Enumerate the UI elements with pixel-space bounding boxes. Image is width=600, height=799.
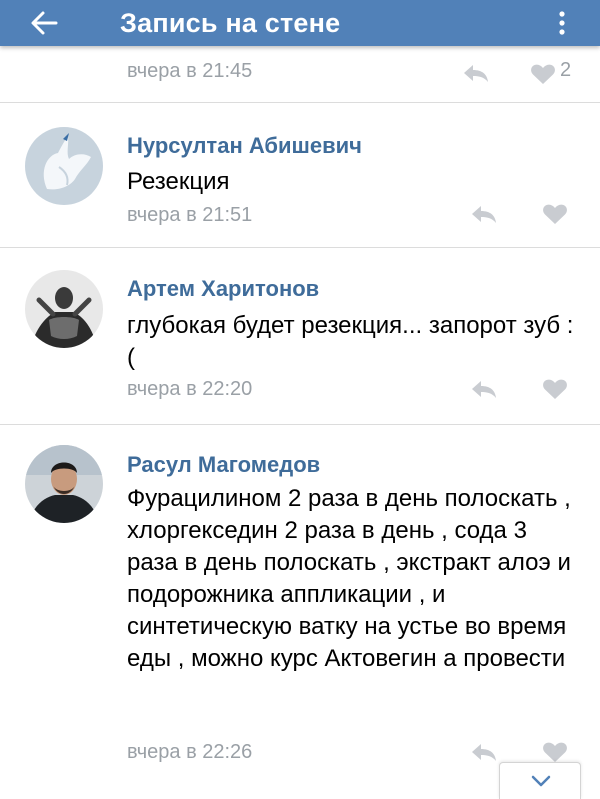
reply-icon[interactable] (462, 62, 490, 84)
reply-icon[interactable] (470, 741, 498, 763)
comment-time: вчера в 22:26 (127, 741, 253, 763)
heart-icon[interactable] (530, 63, 556, 85)
comment-text: Фурацилином 2 раза в день полоскать , хл… (127, 485, 571, 672)
chevron-down-icon (531, 775, 551, 787)
more-vert-icon[interactable] (556, 10, 568, 36)
avatar[interactable] (25, 127, 103, 205)
heart-icon[interactable] (542, 378, 568, 400)
avatar[interactable] (25, 270, 103, 348)
comment-partial: вчера в 21:45 2 (0, 46, 600, 103)
comment-item: Расул Магомедов Фурацилином 2 раза в ден… (0, 425, 600, 799)
avatar[interactable] (25, 445, 103, 523)
reply-icon[interactable] (470, 378, 498, 400)
comment-text: глубокая будет резекция... запорот зуб :… (127, 312, 574, 371)
like-count: 2 (560, 59, 572, 81)
comment-author[interactable]: Расул Магомедов (127, 452, 320, 478)
scroll-down-button[interactable] (499, 762, 581, 799)
heart-icon[interactable] (542, 203, 568, 225)
comment-time: вчера в 21:45 (127, 60, 253, 82)
comment-time: вчера в 22:20 (127, 378, 253, 400)
comment-item: Нурсултан Абишевич Резекция вчера в 21:5… (0, 103, 600, 248)
arrow-left-icon[interactable] (30, 9, 58, 37)
comment-author[interactable]: Нурсултан Абишевич (127, 133, 362, 159)
reply-icon[interactable] (470, 203, 498, 225)
comment-time: вчера в 21:51 (127, 204, 253, 226)
comment-author[interactable]: Артем Харитонов (127, 276, 319, 302)
heart-icon[interactable] (542, 741, 568, 763)
page-title: Запись на стене (120, 8, 341, 38)
comment-item: Артем Харитонов глубокая будет резекция.… (0, 248, 600, 425)
comment-text: Резекция (127, 168, 230, 195)
app-bar: Запись на стене (0, 0, 600, 46)
